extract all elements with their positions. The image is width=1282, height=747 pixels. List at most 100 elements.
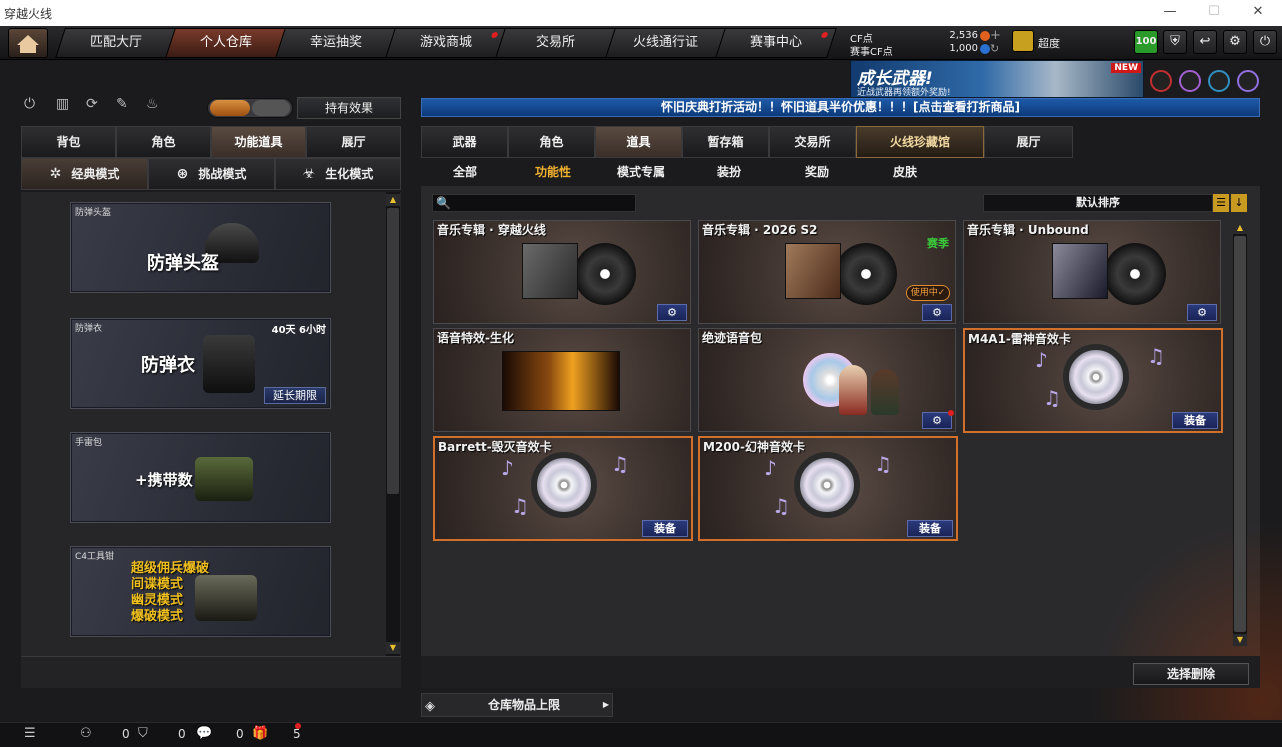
tab-character[interactable]: 角色 xyxy=(116,126,211,158)
effects-button[interactable]: 持有效果 xyxy=(297,97,401,119)
nav-tab-pass[interactable]: 火线通行证 xyxy=(605,28,727,58)
scroll-up-icon[interactable]: ▲ xyxy=(386,194,400,206)
promo-banner[interactable]: 成长武器! 近战武器再领额外奖励! NEW xyxy=(850,60,1144,98)
refresh-cycle-icon[interactable]: ⟳ xyxy=(86,96,108,118)
settings-gear-button[interactable]: ⚙ xyxy=(1187,304,1217,321)
home-button[interactable] xyxy=(8,28,48,58)
tab-functional-items[interactable]: 功能道具 xyxy=(211,126,306,158)
subtab-skin[interactable]: 皮肤 xyxy=(861,158,949,186)
music-note-icon: ♫ xyxy=(611,452,629,476)
tab-weapons[interactable]: 武器 xyxy=(421,126,508,158)
nav-tab-match-hall[interactable]: 匹配大厅 xyxy=(55,28,177,58)
nav-tab-label: 个人仓库 xyxy=(199,35,252,50)
sort-order-icon[interactable]: ↓ xyxy=(1231,194,1247,212)
brand-icon[interactable] xyxy=(1237,70,1259,92)
slot-name: 手雷包 xyxy=(75,438,103,448)
user-info[interactable]: 超度 xyxy=(1012,30,1122,54)
world-icon[interactable] xyxy=(1179,70,1201,92)
tab-showroom[interactable]: 展厅 xyxy=(306,126,401,158)
promo-notice[interactable]: 怀旧庆典打折活动！！怀旧道具半价优惠！！！[点击查看打折商品] xyxy=(421,98,1260,117)
scroll-down-icon[interactable]: ▼ xyxy=(386,642,400,654)
subtab-reward[interactable]: 奖励 xyxy=(773,158,861,186)
refresh-icon[interactable]: ↻ xyxy=(990,42,999,55)
equip-button[interactable]: 装备 xyxy=(642,520,688,537)
rank-button[interactable]: ⛨ xyxy=(1163,30,1187,54)
subtab-cosmetic[interactable]: 装扮 xyxy=(685,158,773,186)
cf-value: 2,536 xyxy=(949,30,978,41)
nav-tab-exchange[interactable]: 交易所 xyxy=(495,28,617,58)
list-view-icon[interactable]: ☰ xyxy=(1213,194,1229,212)
clan-shield-icon[interactable]: ⛉ xyxy=(138,726,154,742)
mode-zombie[interactable]: ☣ 生化模式 xyxy=(275,158,401,190)
back-button[interactable]: ↩ xyxy=(1193,30,1217,54)
extend-button[interactable]: 延长期限 xyxy=(264,387,326,404)
tab-collection-hall[interactable]: 火线珍藏馆 xyxy=(856,126,984,158)
equipment-slot-helmet[interactable]: 防弹头盔 防弹头盔 xyxy=(70,202,331,293)
settings-button[interactable]: ⚙ xyxy=(1223,30,1247,54)
item-card[interactable]: 音乐专辑 · Unbound ⚙ xyxy=(963,220,1221,324)
item-card[interactable]: 绝迹语音包 ⚙ xyxy=(698,328,956,432)
chat-icon[interactable]: 💬 xyxy=(196,726,212,742)
tab-exchange[interactable]: 交易所 xyxy=(769,126,856,158)
voice-effect-image xyxy=(502,351,620,411)
equipment-slot-armor[interactable]: 防弹衣 40天 6小时 防弹衣 延长期限 xyxy=(70,318,331,409)
equip-button[interactable]: 装备 xyxy=(1172,412,1218,429)
subtab-functional[interactable]: 功能性 xyxy=(509,158,597,186)
sort-dropdown[interactable]: 默认排序 xyxy=(983,194,1213,212)
scroll-thumb[interactable] xyxy=(1234,236,1246,632)
close-window-button[interactable]: ✕ xyxy=(1248,4,1268,22)
item-card[interactable]: Barrett-毁灭音效卡 ♪ ♫ ♫ 装备 xyxy=(433,436,693,541)
scroll-thumb[interactable] xyxy=(387,208,399,494)
slot-display: 防弹头盔 xyxy=(147,253,219,274)
equipment-slot-c4-tool[interactable]: C4工具钳 超级佣兵爆破 间谍模式 幽灵模式 爆破模式 xyxy=(70,546,331,637)
slot-display: 防弹衣 xyxy=(141,355,195,376)
tab-showroom[interactable]: 展厅 xyxy=(984,126,1073,158)
mode-classic[interactable]: ✲ 经典模式 xyxy=(21,158,148,190)
item-card[interactable]: 语音特效-生化 xyxy=(433,328,691,432)
equip-button[interactable]: 装备 xyxy=(907,520,953,537)
item-card[interactable]: 音乐专辑 · 2026 S2 赛季 使用中✓ ⚙ xyxy=(698,220,956,324)
warehouse-capacity-button[interactable]: ◈ 仓库物品上限 ▶ xyxy=(421,693,613,717)
tab-items[interactable]: 道具 xyxy=(595,126,682,158)
toggle-off-icon[interactable]: ⏻ xyxy=(24,96,46,118)
scroll-down-icon[interactable]: ▼ xyxy=(1233,634,1247,646)
subtab-all[interactable]: 全部 xyxy=(421,158,509,186)
power-button[interactable]: ⏻ xyxy=(1253,30,1277,54)
mode-challenge[interactable]: ⊛ 挑战模式 xyxy=(148,158,275,190)
mode-tabs: ✲ 经典模式 ⊛ 挑战模式 ☣ 生化模式 xyxy=(21,158,401,190)
search-input[interactable]: 🔍 xyxy=(432,194,636,212)
add-currency-icon[interactable]: + xyxy=(990,28,1001,43)
stats-icon[interactable]: ▥ xyxy=(56,96,78,118)
tab-storage-box[interactable]: 暂存箱 xyxy=(682,126,769,158)
select-delete-button[interactable]: 选择删除 xyxy=(1133,663,1249,685)
team-icon[interactable] xyxy=(1208,70,1230,92)
settings-gear-button[interactable]: ⚙ xyxy=(657,304,687,321)
item-card[interactable]: M4A1-雷神音效卡 ♪ ♫ ♫ 装备 xyxy=(963,328,1223,433)
equipment-slot-grenade[interactable]: 手雷包 +携带数 xyxy=(70,432,331,523)
gift-icon[interactable]: 🎁 xyxy=(252,726,268,742)
scroll-up-icon[interactable]: ▲ xyxy=(1233,222,1247,234)
tab-character[interactable]: 角色 xyxy=(508,126,595,158)
subtab-mode-exclusive[interactable]: 模式专属 xyxy=(597,158,685,186)
nav-tab-events[interactable]: 赛事中心 xyxy=(715,28,837,58)
menu-icon[interactable]: ☰ xyxy=(24,726,40,742)
view-toggle[interactable] xyxy=(207,98,293,118)
vinyl-disc-icon xyxy=(1104,243,1166,305)
nav-tab-lottery[interactable]: 幸运抽奖 xyxy=(275,28,397,58)
nav-tab-warehouse[interactable]: 个人仓库 xyxy=(165,28,287,58)
item-card[interactable]: M200-幻神音效卡 ♪ ♫ ♫ 装备 xyxy=(698,436,958,541)
nav-tab-mall[interactable]: 游戏商城 xyxy=(385,28,507,58)
shop-icon[interactable] xyxy=(1150,70,1172,92)
maximize-button[interactable]: ☐ xyxy=(1204,4,1224,22)
item-scrollbar[interactable]: ▲ ▼ xyxy=(1233,222,1247,646)
c4-mode: 间谍模式 xyxy=(131,577,184,592)
minimize-button[interactable]: — xyxy=(1160,4,1180,22)
tab-backpack[interactable]: 背包 xyxy=(21,126,116,158)
left-scrollbar[interactable]: ▲ ▼ xyxy=(386,192,400,656)
user-edit-icon[interactable]: ✎ xyxy=(116,96,138,118)
item-card[interactable]: 音乐专辑 · 穿越火线 ⚙ xyxy=(433,220,691,324)
c4-mode: 超级佣兵爆破 xyxy=(131,561,210,576)
bag-icon[interactable]: ♨ xyxy=(146,96,168,118)
settings-gear-button[interactable]: ⚙ xyxy=(922,304,952,321)
friends-icon[interactable]: ⚇ xyxy=(80,726,96,742)
